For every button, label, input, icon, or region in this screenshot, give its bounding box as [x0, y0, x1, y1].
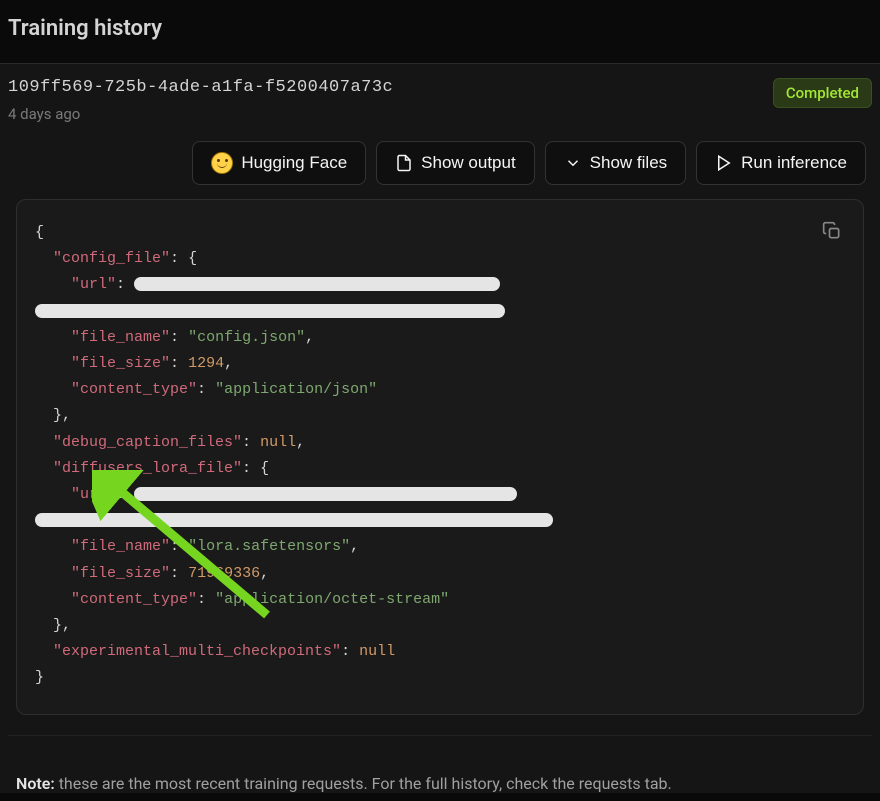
show-output-button[interactable]: Show output [376, 141, 535, 185]
hugging-face-button[interactable]: Hugging Face [192, 141, 366, 185]
chevron-down-icon [564, 154, 582, 172]
action-buttons: Hugging Face Show output Show files Run … [8, 141, 872, 185]
note-footer: Note: these are the most recent training… [8, 735, 872, 793]
play-icon [715, 154, 733, 172]
redacted-line [35, 513, 553, 527]
output-code-panel: { "config_file": { "url": "file_name": "… [16, 199, 864, 715]
job-id: 109ff569-725b-4ade-a1fa-f5200407a73c [8, 78, 393, 97]
page-title: Training history [0, 0, 880, 63]
job-header: 109ff569-725b-4ade-a1fa-f5200407a73c 4 d… [8, 78, 872, 123]
button-label: Hugging Face [241, 153, 347, 173]
run-inference-button[interactable]: Run inference [696, 141, 866, 185]
button-label: Run inference [741, 153, 847, 173]
training-job: 109ff569-725b-4ade-a1fa-f5200407a73c 4 d… [0, 63, 880, 793]
show-files-button[interactable]: Show files [545, 141, 686, 185]
redacted-line [35, 304, 505, 318]
note-text: these are the most recent training reque… [55, 774, 672, 793]
redacted-url [134, 487, 517, 501]
status-badge: Completed [773, 78, 872, 108]
button-label: Show files [590, 153, 667, 173]
hugging-face-icon [211, 152, 233, 174]
note-bold: Note: [16, 774, 55, 793]
file-icon [395, 154, 413, 172]
button-label: Show output [421, 153, 516, 173]
job-time: 4 days ago [8, 105, 393, 123]
json-output: { "config_file": { "url": "file_name": "… [35, 220, 845, 692]
redacted-url [134, 277, 500, 291]
